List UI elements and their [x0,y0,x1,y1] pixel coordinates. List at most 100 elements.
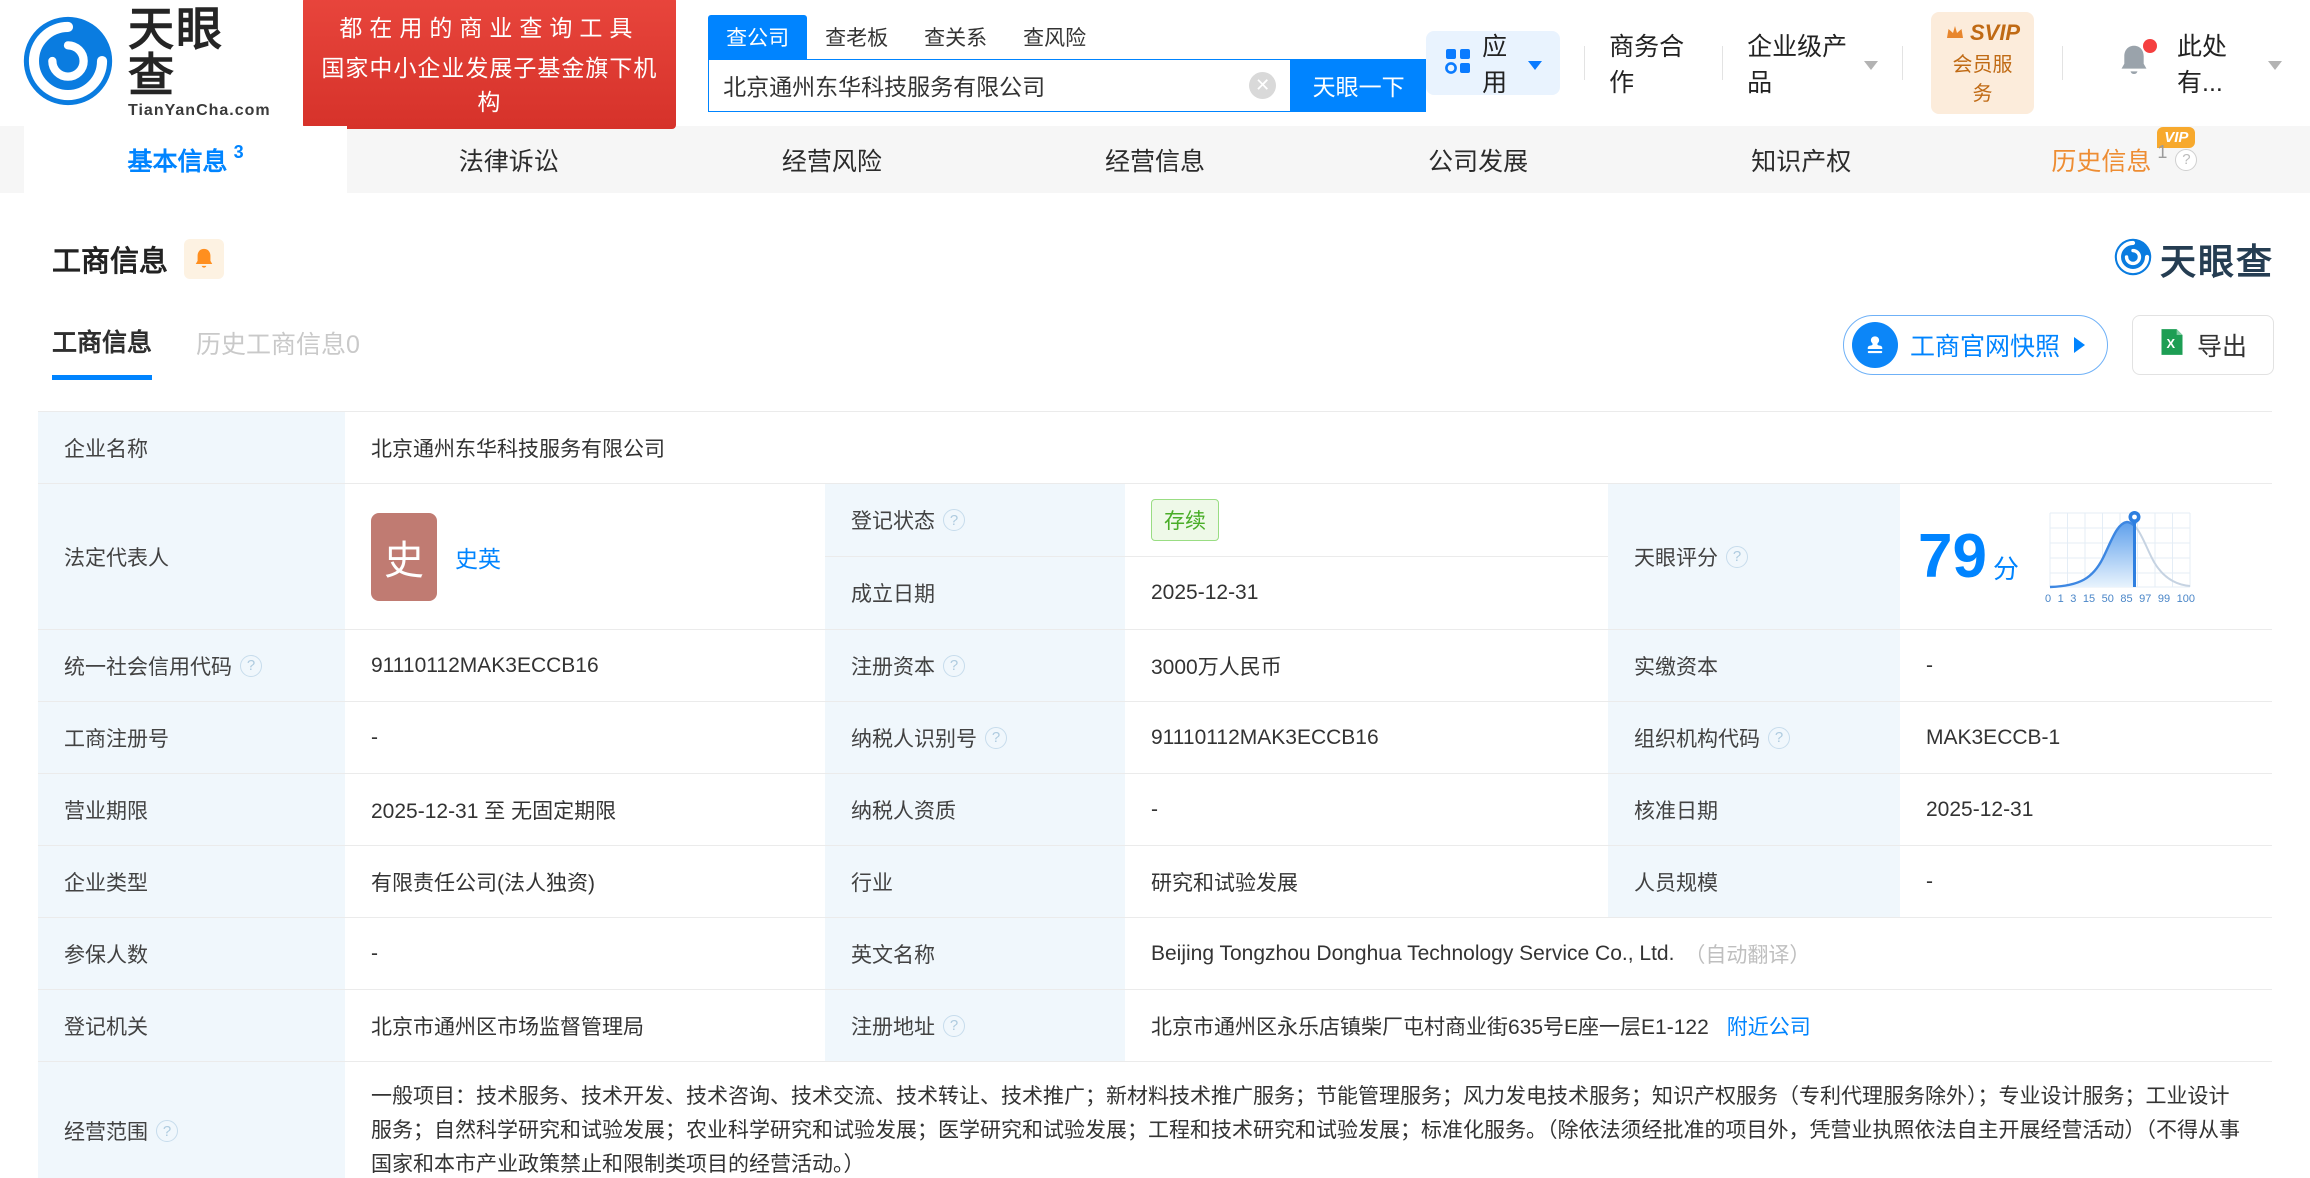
row-label: 经营范围 ? [38,1062,345,1178]
tab-company-development[interactable]: 公司发展 [1317,126,1640,193]
svg-text:X: X [2167,335,2176,350]
business-term-value: 2025-12-31 至 无固定期限 [345,774,825,845]
tianyancha-logo-icon [22,15,114,112]
score-distribution-chart: 01 315 5085 9799 100 [2045,509,2195,605]
table-row: 企业类型 有限责任公司(法人独资) 行业 研究和试验发展 人员规模 - [38,846,2272,918]
english-name-cell: Beijing Tongzhou Donghua Technology Serv… [1125,918,2272,989]
tab-label: 法律诉讼 [459,142,559,178]
account-label: 此处有... [2177,27,2260,99]
legal-rep-link[interactable]: 史英 [455,540,501,574]
tab-history-info[interactable]: 历史信息 VIP 1 ? [1963,126,2286,193]
approval-date-value: 2025-12-31 [1900,774,2272,845]
help-icon[interactable]: ? [240,655,262,677]
row-label: 成立日期 [825,557,1125,629]
credit-code-value: 91110112MAK3ECCB16 [345,630,825,701]
help-icon[interactable]: ? [943,1015,965,1037]
score-value: 79 [1918,526,1987,588]
search-tab-boss[interactable]: 查老板 [807,15,906,59]
tab-legal-litigation[interactable]: 法律诉讼 [347,126,670,193]
tab-operation-risk[interactable]: 经营风险 [670,126,993,193]
row-label: 法定代表人 [38,484,345,629]
tab-operation-info[interactable]: 经营信息 [993,126,1316,193]
reg-authority-value: 北京市通州区市场监督管理局 [345,990,825,1061]
table-row: 法定代表人 史 史英 登记状态 ? 存续 成立日期 2025-12-31 天眼评… [38,484,2272,630]
label-text: 天眼评分 [1634,542,1718,572]
nav-enterprise-products[interactable]: 企业级产品 [1747,27,1878,99]
business-info-table: 企业名称 北京通州东华科技服务有限公司 法定代表人 史 史英 登记状态 ? 存续… [38,411,2272,1178]
table-row: 登记机关 北京市通州区市场监督管理局 注册地址 ? 北京市通州区永乐店镇柴厂屯村… [38,990,2272,1062]
svip-member-button[interactable]: SVIP 会员服务 [1931,12,2034,114]
tab-label: 基本信息 [128,142,228,178]
help-icon[interactable]: ? [1726,546,1748,568]
crown-icon [1945,20,1965,46]
label-text: 统一社会信用代码 [64,651,232,681]
label-text: 注册地址 [851,1011,935,1041]
row-label: 工商注册号 [38,702,345,773]
english-name-value: Beijing Tongzhou Donghua Technology Serv… [1151,942,1674,966]
watermark-logo-icon [2114,238,2152,281]
search-input-box: ✕ [708,59,1291,112]
tab-intellectual-property[interactable]: 知识产权 [1640,126,1963,193]
taxpayer-id-value: 91110112MAK3ECCB16 [1125,702,1608,773]
help-icon[interactable]: ? [156,1120,178,1142]
table-row: 经营范围 ? 一般项目：技术服务、技术开发、技术咨询、技术交流、技术转让、技术推… [38,1062,2272,1178]
account-menu[interactable]: 此处有... [2177,27,2282,99]
auto-translate-note: （自动翻译） [1684,939,1810,969]
row-label: 统一社会信用代码 ? [38,630,345,701]
search-tab-relation[interactable]: 查关系 [906,15,1005,59]
apps-button[interactable]: 应用 [1426,31,1560,95]
row-label: 人员规模 [1608,846,1900,917]
search-tab-company[interactable]: 查公司 [708,15,807,59]
notification-bell-icon[interactable] [2117,43,2151,84]
search-tabs: 查公司 查老板 查关系 查风险 [708,15,1426,59]
top-header: 天眼查 TianYanCha.com 都在用的商业查询工具 国家中小企业发展子基… [0,0,2310,126]
row-label: 营业期限 [38,774,345,845]
row-label: 企业名称 [38,412,345,483]
divider [2062,46,2063,80]
help-icon[interactable]: ? [2175,149,2197,171]
insured-count-value: - [345,918,825,989]
help-icon[interactable]: ? [943,509,965,531]
table-row: 工商注册号 - 纳税人识别号 ? 91110112MAK3ECCB16 组织机构… [38,702,2272,774]
label-text: 登记状态 [851,505,935,535]
official-snapshot-button[interactable]: 工商官网快照 [1843,315,2108,375]
row-label: 纳税人资质 [825,774,1125,845]
score-unit: 分 [1993,549,2019,586]
brand-domain: TianYanCha.com [128,102,271,120]
clear-search-icon[interactable]: ✕ [1249,72,1276,99]
section-title: 工商信息 [52,238,168,280]
table-row: 营业期限 2025-12-31 至 无固定期限 纳税人资质 - 核准日期 202… [38,774,2272,846]
search-button[interactable]: 天眼一下 [1291,59,1426,112]
company-nav-tabs: 基本信息 3 法律诉讼 经营风险 经营信息 公司发展 知识产权 历史信息 VIP… [0,126,2310,193]
chevron-down-icon [2268,61,2282,70]
svip-sub-label: 会员服务 [1945,48,2020,106]
tab-count: 1 [2157,142,2167,163]
subtab-history-business-info[interactable]: 历史工商信息0 [196,325,360,377]
company-name-value: 北京通州东华科技服务有限公司 [345,412,2272,483]
company-type-value: 有限责任公司(法人独资) [345,846,825,917]
subtab-business-info[interactable]: 工商信息 [52,323,152,380]
brand-name: 天眼查 [128,6,271,98]
establish-date-value: 2025-12-31 [1125,557,1608,629]
help-icon[interactable]: ? [943,655,965,677]
export-button[interactable]: X 导出 [2132,315,2274,375]
promo-banner: 都在用的商业查询工具 国家中小企业发展子基金旗下机构 [303,0,677,129]
row-label: 天眼评分 ? [1608,484,1900,629]
promo-line2: 国家中小企业发展子基金旗下机构 [321,49,659,117]
label-text: 注册资本 [851,651,935,681]
tianyancha-logo[interactable]: 天眼查 TianYanCha.com [22,6,271,120]
status-badge: 存续 [1151,499,1219,541]
search-tab-risk[interactable]: 查风险 [1005,15,1104,59]
legal-rep-avatar[interactable]: 史 [371,513,437,601]
registration-no-value: - [345,702,825,773]
help-icon[interactable]: ? [985,727,1007,749]
search-input[interactable] [723,72,1249,99]
tab-basic-info[interactable]: 基本信息 3 [24,126,347,193]
subscribe-bell-icon[interactable] [184,239,224,279]
org-code-value: MAK3ECCB-1 [1900,702,2272,773]
nearby-companies-link[interactable]: 附近公司 [1727,1011,1811,1041]
row-label: 行业 [825,846,1125,917]
help-icon[interactable]: ? [1768,727,1790,749]
label-text: 纳税人识别号 [851,723,977,753]
nav-cooperation[interactable]: 商务合作 [1609,27,1698,99]
